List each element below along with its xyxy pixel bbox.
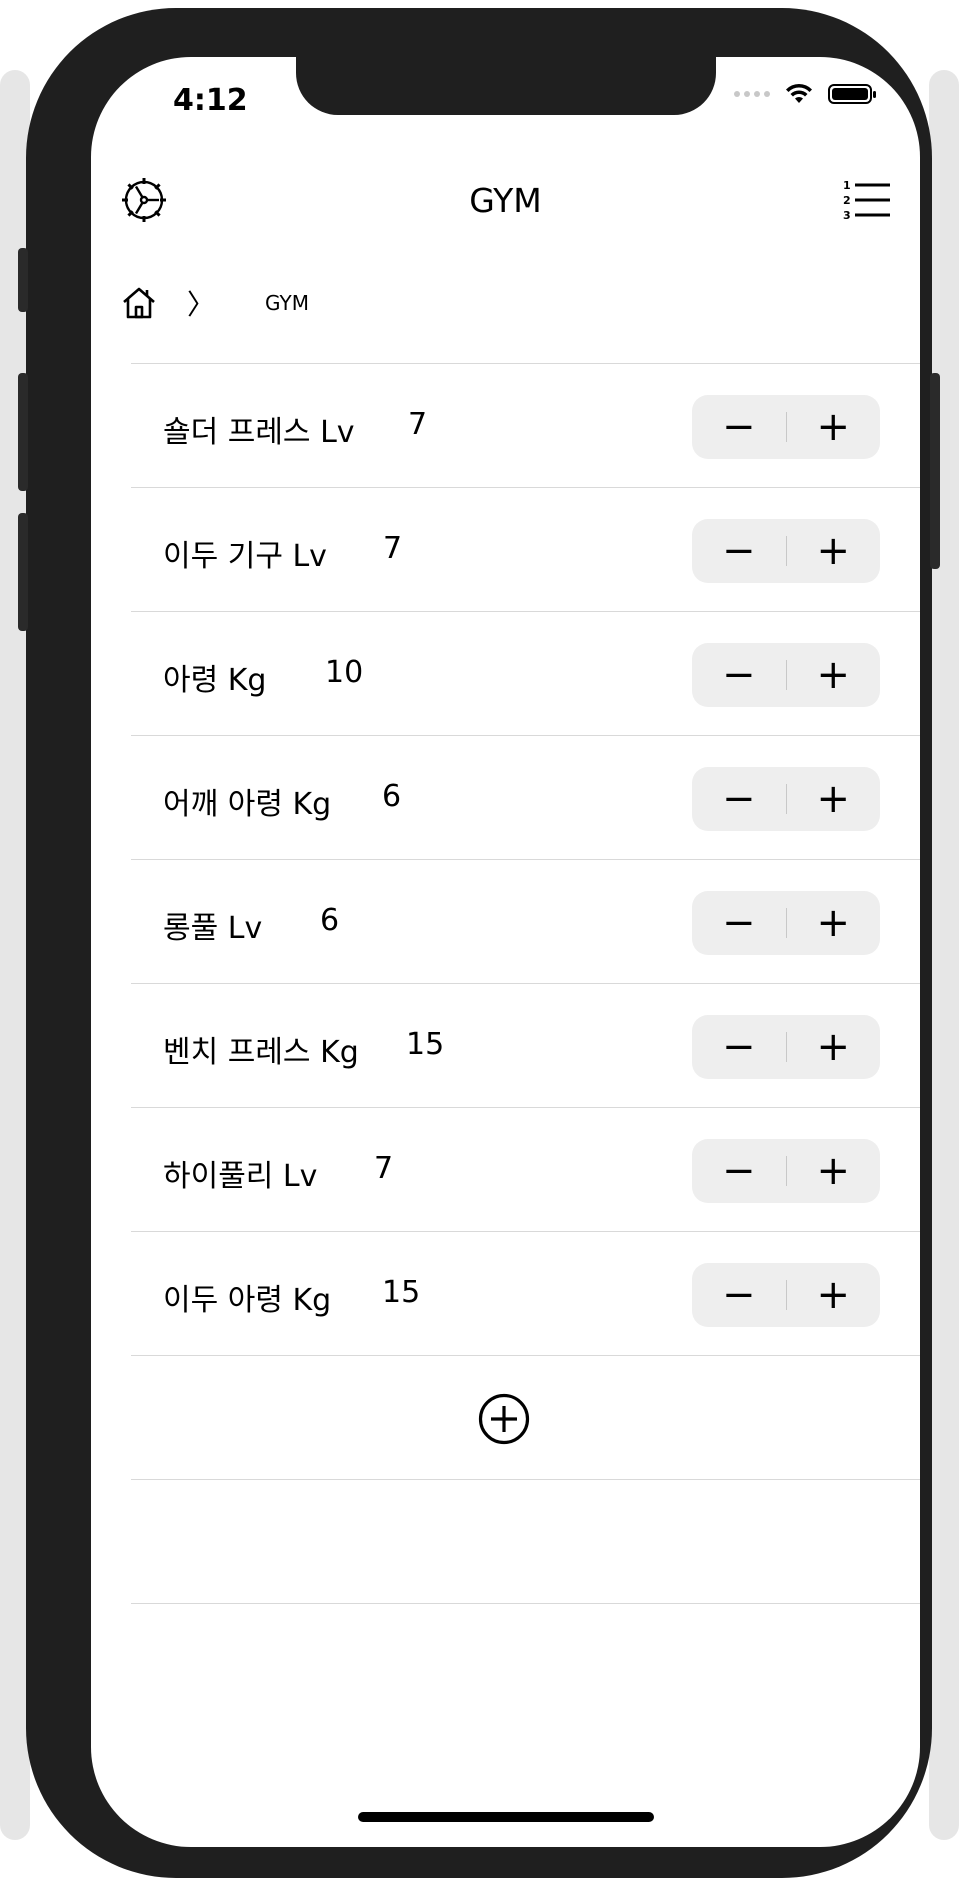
mute-switch: [18, 248, 28, 312]
decrement-button[interactable]: −: [692, 395, 786, 459]
volume-up-button: [18, 373, 28, 491]
volume-down-button: [18, 513, 28, 631]
increment-button[interactable]: +: [787, 767, 881, 831]
status-icons: [734, 83, 876, 105]
quantity-stepper: − +: [692, 1015, 880, 1079]
list-item: 아령 Kg 10 − +: [131, 611, 920, 735]
exercise-label: 아령 Kg: [163, 663, 267, 698]
quantity-stepper: − +: [692, 1263, 880, 1327]
decrement-button[interactable]: −: [692, 767, 786, 831]
svg-text:1: 1: [843, 179, 851, 192]
decrement-button[interactable]: −: [692, 1139, 786, 1203]
list-item: 숄더 프레스 Lv 7 − +: [131, 363, 920, 487]
decrement-button[interactable]: −: [692, 1263, 786, 1327]
phone-frame: 4:12 GYM 1 2 3 〉 GYM 숄더 프레스 Lv 7 − + 이두 …: [18, 8, 940, 1878]
breadcrumb: 〉 GYM: [121, 281, 309, 325]
notch: [296, 57, 716, 115]
decrement-button[interactable]: −: [692, 643, 786, 707]
increment-button[interactable]: +: [787, 1263, 881, 1327]
list-item: 하이풀리 Lv 7 − +: [131, 1107, 920, 1231]
exercise-label: 이두 아령 Kg: [163, 1283, 332, 1318]
exercise-value: 7: [383, 531, 403, 566]
exercise-value: 7: [408, 407, 428, 442]
exercise-value: 15: [406, 1027, 445, 1062]
decrement-button[interactable]: −: [692, 1015, 786, 1079]
page-title: GYM: [469, 181, 542, 220]
status-time: 4:12: [173, 83, 248, 118]
quantity-stepper: − +: [692, 395, 880, 459]
empty-row: [131, 1479, 920, 1603]
quantity-stepper: − +: [692, 1139, 880, 1203]
increment-button[interactable]: +: [787, 1139, 881, 1203]
exercise-list: 숄더 프레스 Lv 7 − + 이두 기구 Lv 7 − + 아령 Kg 10 …: [131, 363, 920, 1727]
quantity-stepper: − +: [692, 891, 880, 955]
increment-button[interactable]: +: [787, 519, 881, 583]
quantity-stepper: − +: [692, 767, 880, 831]
svg-text:3: 3: [843, 209, 851, 222]
ranking-list-button[interactable]: 1 2 3: [842, 177, 892, 223]
list-item: 이두 아령 Kg 15 − +: [131, 1231, 920, 1355]
stage: 4:12 GYM 1 2 3 〉 GYM 숄더 프레스 Lv 7 − + 이두 …: [0, 0, 959, 1884]
add-circle-icon[interactable]: [478, 1393, 530, 1445]
exercise-value: 6: [382, 779, 402, 814]
empty-row: [131, 1603, 920, 1727]
breadcrumb-current[interactable]: GYM: [265, 291, 309, 315]
exercise-label: 어깨 아령 Kg: [163, 787, 332, 822]
wifi-icon: [786, 83, 812, 103]
battery-icon: [828, 84, 876, 104]
screen: 4:12 GYM 1 2 3 〉 GYM 숄더 프레스 Lv 7 − + 이두 …: [91, 57, 920, 1847]
list-item: 벤치 프레스 Kg 15 − +: [131, 983, 920, 1107]
quantity-stepper: − +: [692, 643, 880, 707]
home-indicator[interactable]: [358, 1812, 654, 1822]
signal-dots-icon: [734, 91, 770, 97]
increment-button[interactable]: +: [787, 643, 881, 707]
svg-text:2: 2: [843, 194, 851, 207]
breadcrumb-separator: 〉: [187, 288, 216, 321]
exercise-label: 이두 기구 Lv: [163, 539, 327, 574]
exercise-value: 6: [320, 903, 340, 938]
list-item: 롱풀 Lv 6 − +: [131, 859, 920, 983]
exercise-label: 하이풀리 Lv: [163, 1159, 318, 1194]
exercise-label: 롱풀 Lv: [163, 911, 263, 946]
exercise-label: 숄더 프레스 Lv: [163, 415, 355, 450]
power-button: [930, 373, 940, 569]
quantity-stepper: − +: [692, 519, 880, 583]
exercise-value: 7: [374, 1151, 394, 1186]
decrement-button[interactable]: −: [692, 519, 786, 583]
increment-button[interactable]: +: [787, 1015, 881, 1079]
numbered-list-icon: 1 2 3: [843, 179, 890, 222]
exercise-label: 벤치 프레스 Kg: [163, 1035, 359, 1070]
list-item: 이두 기구 Lv 7 − +: [131, 487, 920, 611]
frame-shadow-right: [929, 70, 959, 1840]
exercise-value: 10: [325, 655, 364, 690]
list-item: 어깨 아령 Kg 6 − +: [131, 735, 920, 859]
increment-button[interactable]: +: [787, 891, 881, 955]
exercise-value: 15: [382, 1275, 421, 1310]
navigation-bar: GYM 1 2 3: [91, 159, 920, 239]
home-icon[interactable]: [121, 285, 157, 321]
decrement-button[interactable]: −: [692, 891, 786, 955]
add-row: [131, 1355, 920, 1479]
increment-button[interactable]: +: [787, 395, 881, 459]
